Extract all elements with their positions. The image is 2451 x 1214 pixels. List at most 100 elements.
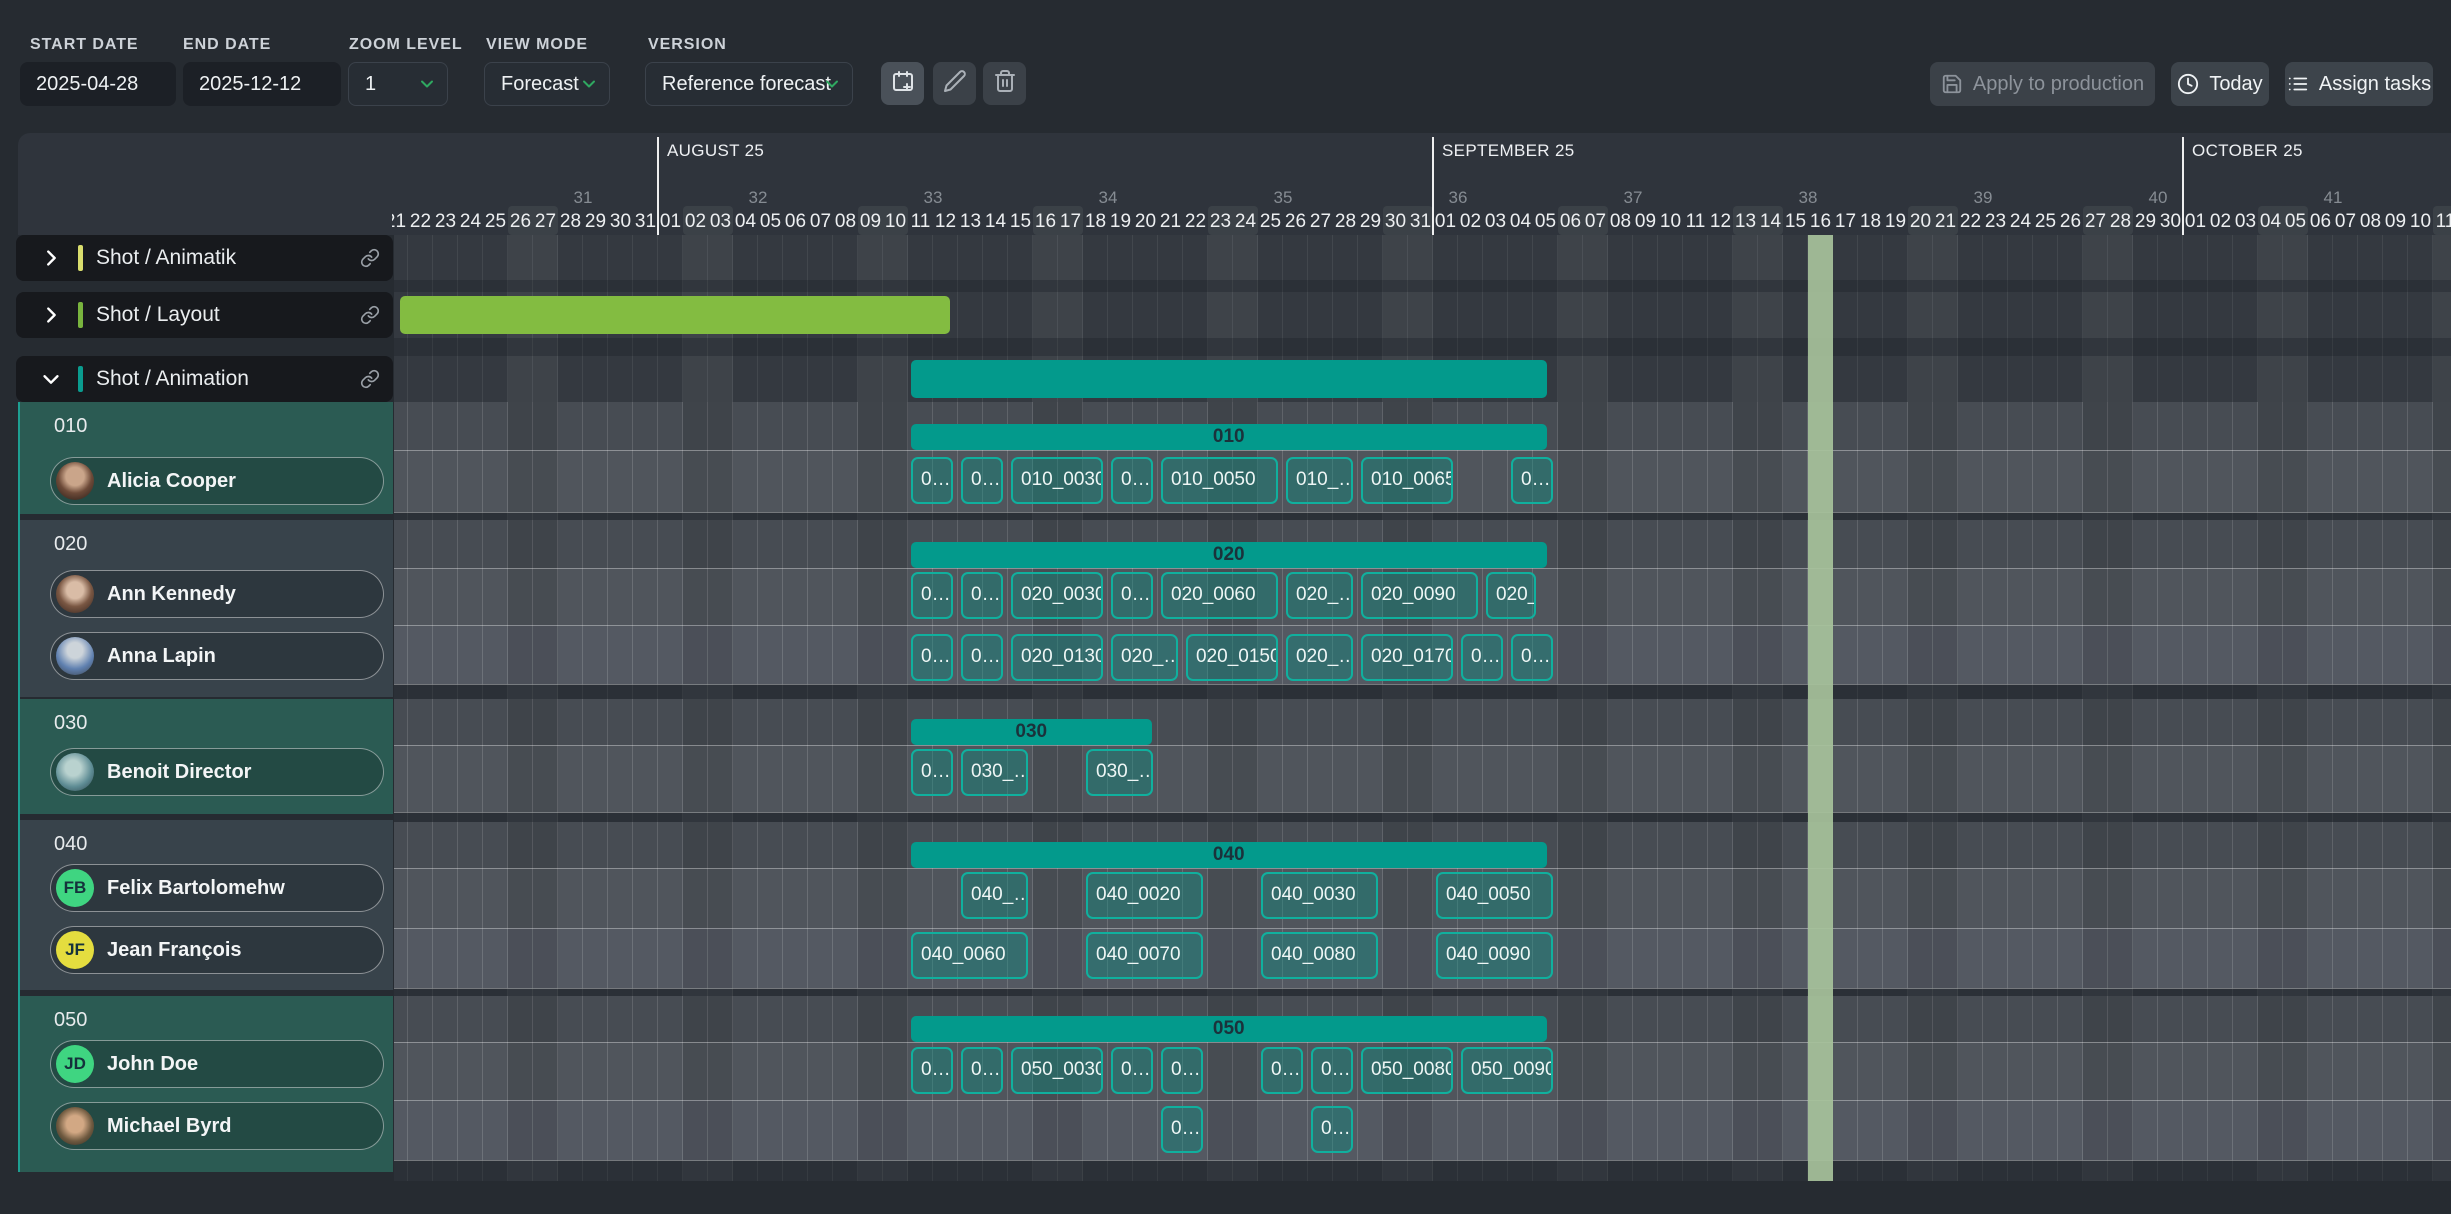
task-chip[interactable]: 030_…	[961, 749, 1028, 796]
task-chip[interactable]: 0…	[1311, 1047, 1353, 1094]
task-chip[interactable]: 040_0020	[1086, 872, 1203, 919]
task-chip[interactable]: 020_…	[1286, 634, 1353, 681]
task-chip[interactable]: 020_…	[1111, 634, 1178, 681]
weekend-column	[1383, 512, 1433, 520]
task-chip[interactable]: 020_0170	[1361, 634, 1453, 681]
shot-summary-bar[interactable]: 050	[911, 1016, 1547, 1042]
person-row[interactable]: JFJean François	[50, 926, 384, 974]
link-icon[interactable]	[360, 248, 380, 268]
task-chip[interactable]: 0…	[1511, 634, 1553, 681]
weekend-column	[1733, 280, 1783, 292]
chevron-right-icon[interactable]	[40, 247, 62, 269]
shot-label: 030	[54, 712, 87, 735]
task-chip[interactable]: 020_…	[1286, 572, 1353, 619]
task-chip[interactable]: 040_0090	[1436, 932, 1553, 979]
group-row[interactable]: Shot / Animation	[16, 356, 393, 402]
chevron-down-icon[interactable]	[40, 368, 62, 390]
task-chip[interactable]: 0…	[1261, 1047, 1303, 1094]
task-chip[interactable]: 0…	[911, 634, 953, 681]
task-chip[interactable]: 020_0130	[1011, 634, 1103, 681]
task-chip[interactable]: 0…	[1161, 1106, 1203, 1153]
weekend-column	[2433, 812, 2451, 822]
shot-summary-bar[interactable]: 020	[911, 542, 1547, 568]
weekend-column	[1733, 235, 1783, 280]
person-row[interactable]: FBFelix Bartolomehw	[50, 864, 384, 912]
task-chip[interactable]: 0…	[911, 572, 953, 619]
task-chip[interactable]: 040_0070	[1086, 932, 1203, 979]
task-chip[interactable]: 0…	[961, 634, 1003, 681]
shot-summary-bar[interactable]: 030	[911, 719, 1152, 745]
task-chip[interactable]: 020_0030	[1011, 572, 1103, 619]
task-chip[interactable]: 020_0090	[1361, 572, 1478, 619]
link-icon[interactable]	[360, 369, 380, 389]
task-chip[interactable]: 0…	[1111, 572, 1153, 619]
task-chip[interactable]: 020_0150	[1186, 634, 1278, 681]
week-number: 41	[2308, 188, 2358, 208]
weekend-column	[1558, 988, 1608, 996]
shot-summary-bar[interactable]: 040	[911, 842, 1547, 868]
day-number: 07	[808, 211, 833, 233]
task-chip[interactable]: 0…	[1111, 1047, 1153, 1094]
day-number: 09	[858, 211, 883, 233]
task-chip[interactable]: 040_0080	[1261, 932, 1378, 979]
month-label: SEPTEMBER 25	[1442, 141, 1575, 161]
weekend-column	[1558, 996, 1608, 1042]
weekend-column	[2433, 745, 2451, 812]
day-number: 06	[2308, 211, 2333, 233]
task-chip[interactable]: 0…	[1461, 634, 1503, 681]
person-row[interactable]: Ann Kennedy	[50, 570, 384, 618]
shot-label: 050	[54, 1009, 87, 1032]
weekend-column	[2433, 1100, 2451, 1160]
weekend-column	[858, 1160, 908, 1181]
task-chip[interactable]: 040_0030	[1261, 872, 1378, 919]
row-separator	[394, 745, 2451, 746]
task-chip[interactable]: 030_…	[1086, 749, 1153, 796]
group-row[interactable]: Shot / Animatik	[16, 235, 393, 281]
task-chip[interactable]: 010_0065	[1361, 457, 1453, 504]
task-chip[interactable]: 040_0060	[911, 932, 1028, 979]
task-chip[interactable]: 0…	[1311, 1106, 1353, 1153]
task-chip[interactable]: 0…	[911, 457, 953, 504]
weekend-column	[1033, 988, 1083, 996]
person-row[interactable]: JDJohn Doe	[50, 1040, 384, 1088]
month-label: OCTOBER 25	[2192, 141, 2303, 161]
week-number: 31	[558, 188, 608, 208]
task-chip[interactable]: 010_0030	[1011, 457, 1103, 504]
task-chip[interactable]: 010_0050	[1161, 457, 1278, 504]
day-number: 06	[783, 211, 808, 233]
day-number: 10	[2408, 211, 2433, 233]
person-row[interactable]: Anna Lapin	[50, 632, 384, 680]
person-row[interactable]: Michael Byrd	[50, 1102, 384, 1150]
task-chip[interactable]: 0…	[1161, 1047, 1203, 1094]
task-chip[interactable]: 010_…	[1286, 457, 1353, 504]
day-number: 18	[1858, 211, 1883, 233]
task-chip[interactable]: 0…	[961, 1047, 1003, 1094]
chevron-right-icon[interactable]	[40, 304, 62, 326]
task-chip[interactable]: 0…	[961, 572, 1003, 619]
day-number: 25	[2033, 211, 2058, 233]
shot-summary-bar[interactable]: 010	[911, 424, 1547, 450]
task-chip[interactable]: 050_0030	[1011, 1047, 1103, 1094]
task-chip[interactable]: 020_0060	[1161, 572, 1278, 619]
person-row[interactable]: Benoit Director	[50, 748, 384, 796]
task-chip[interactable]: 040_…	[961, 872, 1028, 919]
task-chip[interactable]: 0…	[911, 749, 953, 796]
task-chip[interactable]: 020_…	[1486, 572, 1536, 619]
group-summary-bar[interactable]	[400, 296, 951, 334]
weekend-column	[2258, 868, 2308, 928]
weekend-column	[683, 699, 733, 745]
task-chip[interactable]: 0…	[961, 457, 1003, 504]
task-chip[interactable]: 040_0050	[1436, 872, 1553, 919]
link-icon[interactable]	[360, 305, 380, 325]
task-chip[interactable]: 050_0090	[1461, 1047, 1553, 1094]
weekend-column	[2258, 235, 2308, 280]
person-row[interactable]: Alicia Cooper	[50, 457, 384, 505]
group-summary-bar[interactable]	[911, 360, 1547, 398]
weekend-column	[1908, 520, 1958, 568]
task-chip[interactable]: 0…	[1511, 457, 1553, 504]
day-number: 31	[633, 211, 658, 233]
task-chip[interactable]: 0…	[911, 1047, 953, 1094]
group-row[interactable]: Shot / Layout	[16, 292, 393, 338]
task-chip[interactable]: 0…	[1111, 457, 1153, 504]
task-chip[interactable]: 050_0080	[1361, 1047, 1453, 1094]
